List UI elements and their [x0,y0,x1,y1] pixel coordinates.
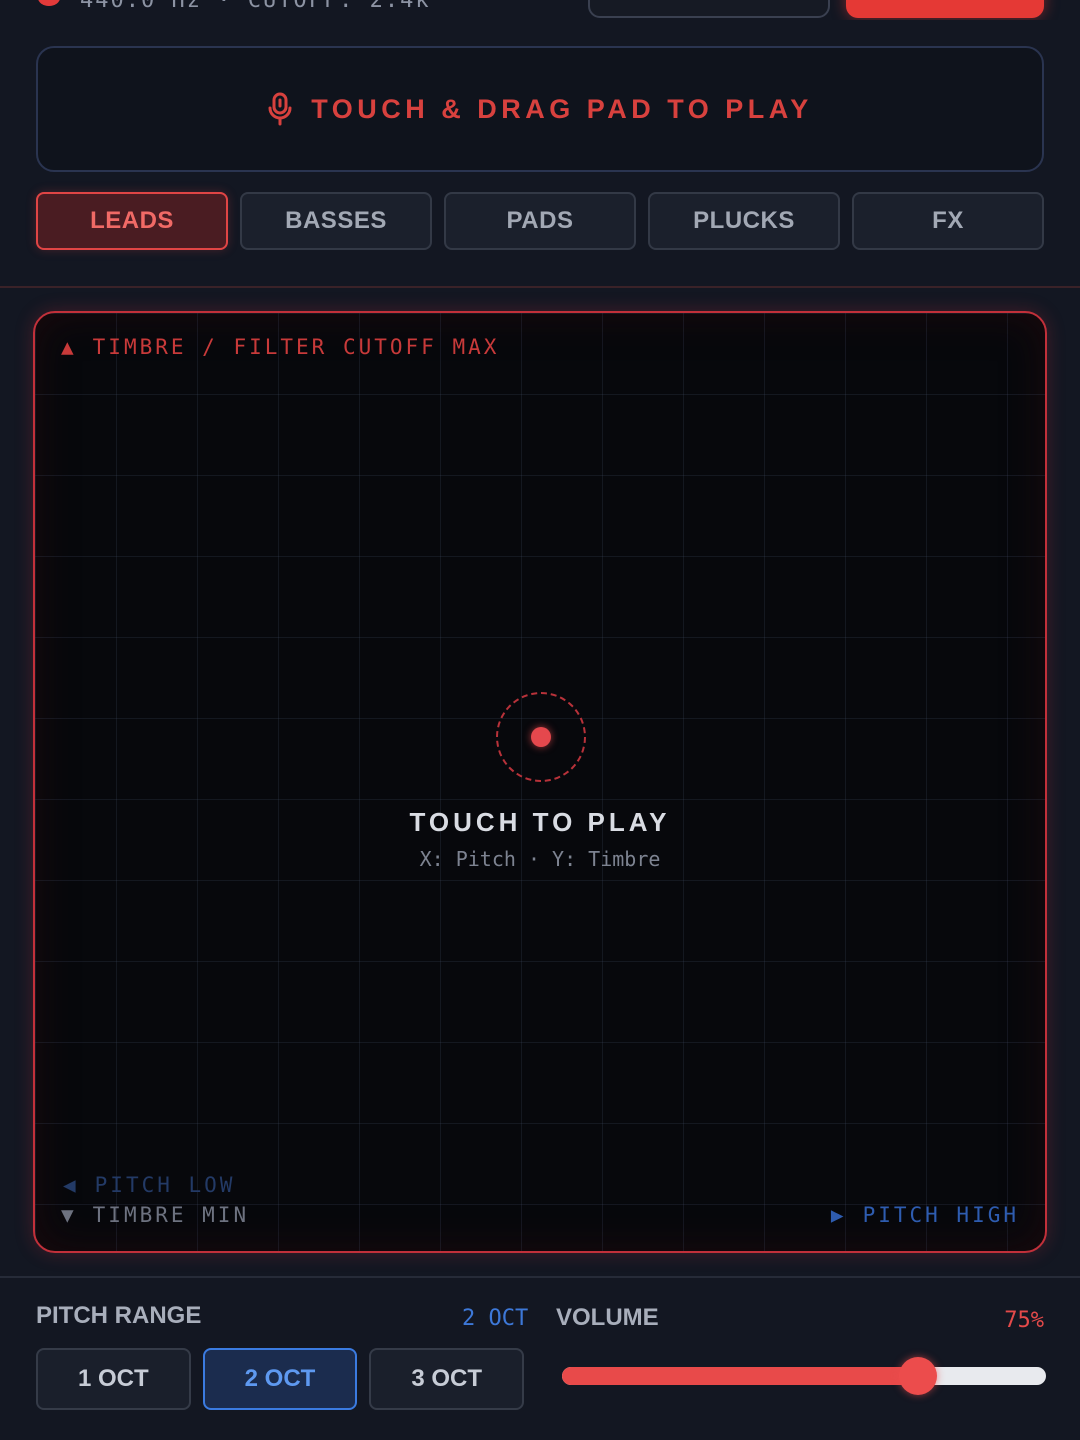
arrow-right-icon: ▶ [830,1203,847,1227]
top-control-button[interactable] [588,0,830,18]
cursor-dot [531,727,551,747]
label-pitch-high: ▶ PITCH HIGH [830,1203,1019,1227]
pitch-range-value: 2 OCT [462,1306,529,1331]
banner-text: TOUCH & DRAG PAD TO PLAY [311,93,813,124]
range-3-oct-button[interactable]: 3 OCT [369,1348,525,1410]
label-timbre-min: ▼ TIMBRE MIN [61,1203,250,1227]
volume-value: 75% [1004,1308,1044,1333]
tab-leads[interactable]: LEADS [36,192,228,250]
label-pitch-low: ◀ PITCH LOW [63,1173,236,1197]
pad-hint-subtitle: X: Pitch · Y: Timbre [419,847,661,871]
tab-fx[interactable]: FX [852,192,1044,250]
tab-basses[interactable]: BASSES [240,192,432,250]
range-2-oct-button[interactable]: 2 OCT [202,1348,358,1410]
arrow-down-icon: ▼ [61,1203,77,1227]
preset-tabs: LEADS BASSES PADS PLUCKS FX [36,192,1044,250]
volume-slider-fill [562,1367,918,1385]
label-timbre-max: ▲ TIMBRE / FILTER CUTOFF MAX [61,335,500,359]
arrow-up-icon: ▲ [61,335,77,359]
bottom-divider [0,1276,1080,1278]
arrow-left-icon: ◀ [63,1173,79,1197]
pad-grid [35,313,1045,1251]
volume-title: VOLUME [556,1304,659,1331]
tab-plucks[interactable]: PLUCKS [648,192,840,250]
instruction-banner: TOUCH & DRAG PAD TO PLAY [36,46,1044,172]
top-action-button[interactable] [846,0,1044,18]
range-1-oct-button[interactable]: 1 OCT [36,1348,191,1410]
frequency-readout: 440.0 Hz · CUTOFF: 2.4k [80,0,431,13]
status-dot [38,0,60,6]
tab-pads[interactable]: PADS [444,192,636,250]
volume-slider[interactable] [562,1357,1046,1395]
pad-hint-title: TOUCH TO PLAY [409,807,671,837]
pitch-range-title: PITCH RANGE [36,1302,202,1329]
section-divider [0,286,1080,288]
pitch-range-buttons: 1 OCT 2 OCT 3 OCT [36,1348,525,1410]
xy-pad[interactable]: ▲ TIMBRE / FILTER CUTOFF MAX TOUCH TO PLA… [33,311,1047,1253]
top-status-strip: 440.0 Hz · CUTOFF: 2.4k [0,0,1080,20]
microphone-icon [268,92,292,126]
volume-slider-thumb[interactable] [899,1357,937,1395]
